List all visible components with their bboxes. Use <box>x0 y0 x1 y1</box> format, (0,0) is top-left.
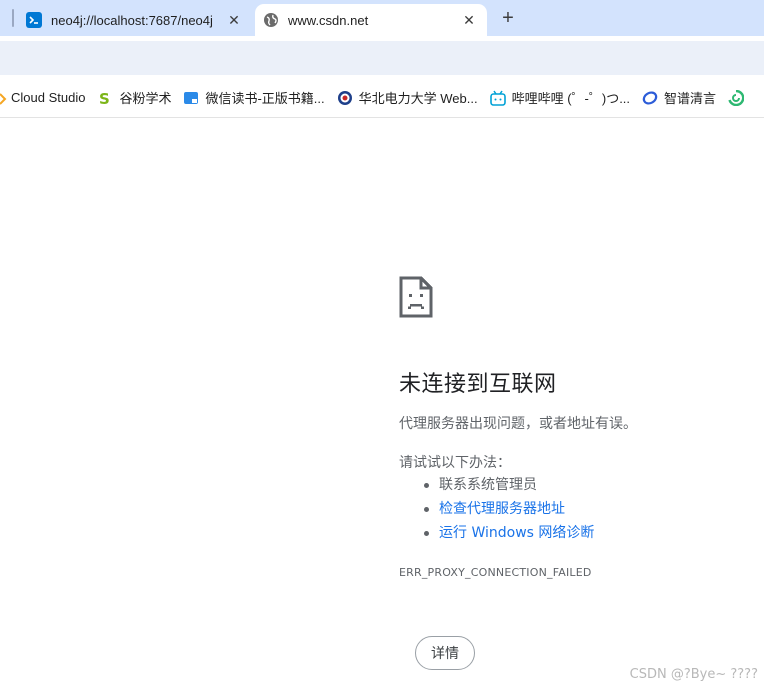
toolbar <box>0 36 764 78</box>
csdn-watermark: CSDN @?Bye~ ???? <box>629 667 758 682</box>
terminal-icon <box>26 12 42 28</box>
run-diagnostics-link[interactable]: 运行 Windows 网络诊断 <box>421 524 594 548</box>
bookmark-label: Cloud Studio <box>11 90 86 105</box>
bookmark-gufen[interactable]: S 谷粉学术 <box>91 84 177 112</box>
bookmark-ncepu[interactable]: 华北电力大学 Web... <box>331 84 484 112</box>
bookmark-bilibili[interactable]: 哔哩哔哩 (゜-゜)つ... <box>484 84 636 112</box>
suggestions-list: 联系系统管理员 检查代理服务器地址 运行 Windows 网络诊断 <box>421 476 594 548</box>
green-swirl-icon <box>728 89 745 106</box>
bookmark-label: 微信读书-正版书籍... <box>205 91 325 106</box>
error-description: 代理服务器出现问题，或者地址有误。 <box>399 416 637 432</box>
details-button[interactable]: 详情 <box>415 636 475 670</box>
bookmark-cloud-studio[interactable]: Cloud Studio <box>0 84 91 112</box>
suggestions-heading: 请试试以下办法： <box>399 455 511 471</box>
close-icon[interactable]: ✕ <box>459 10 479 30</box>
close-icon[interactable]: ✕ <box>224 10 244 30</box>
tab-title: www.csdn.net <box>288 12 369 28</box>
suggestion-contact-admin: 联系系统管理员 <box>421 476 594 500</box>
new-tab-button[interactable]: + <box>496 7 520 29</box>
bookmark-weread[interactable]: 微信读书-正版书籍... <box>177 84 330 112</box>
ncepu-icon <box>337 90 353 106</box>
tab-divider <box>12 9 14 27</box>
address-bar[interactable] <box>0 41 764 75</box>
check-proxy-link[interactable]: 检查代理服务器地址 <box>421 500 594 524</box>
error-code: ERR_PROXY_CONNECTION_FAILED <box>399 566 592 579</box>
svg-text:S: S <box>99 90 110 106</box>
cloud-studio-icon <box>0 90 8 106</box>
bilibili-icon <box>489 90 506 106</box>
bookmark-overflow[interactable] <box>722 84 756 112</box>
bookmark-label: 谷粉学术 <box>119 91 172 106</box>
tab-csdn[interactable]: www.csdn.net ✕ <box>255 4 487 36</box>
tab-strip: neo4j://localhost:7687/neo4j ✕ www.csdn.… <box>0 0 764 36</box>
zhipu-icon <box>642 90 658 106</box>
bookmark-label: 哔哩哔哩 (゜-゜)つ... <box>511 91 631 106</box>
bookmarks-bar: Cloud Studio S 谷粉学术 微信读书-正版书籍... 华北电力大学 … <box>0 78 764 118</box>
bookmark-label: 智谱清言 <box>664 91 717 106</box>
globe-icon <box>263 12 279 28</box>
tab-title: neo4j://localhost:7687/neo4j <box>51 12 213 28</box>
sad-page-icon <box>399 276 433 318</box>
error-title: 未连接到互联网 <box>399 372 557 397</box>
gufen-s-icon: S <box>97 90 113 106</box>
bookmark-zhipu[interactable]: 智谱清言 <box>636 84 722 112</box>
weread-icon <box>183 90 199 106</box>
tab-neo4j[interactable]: neo4j://localhost:7687/neo4j ✕ <box>18 4 252 36</box>
bookmark-label: 华北电力大学 Web... <box>358 91 478 106</box>
